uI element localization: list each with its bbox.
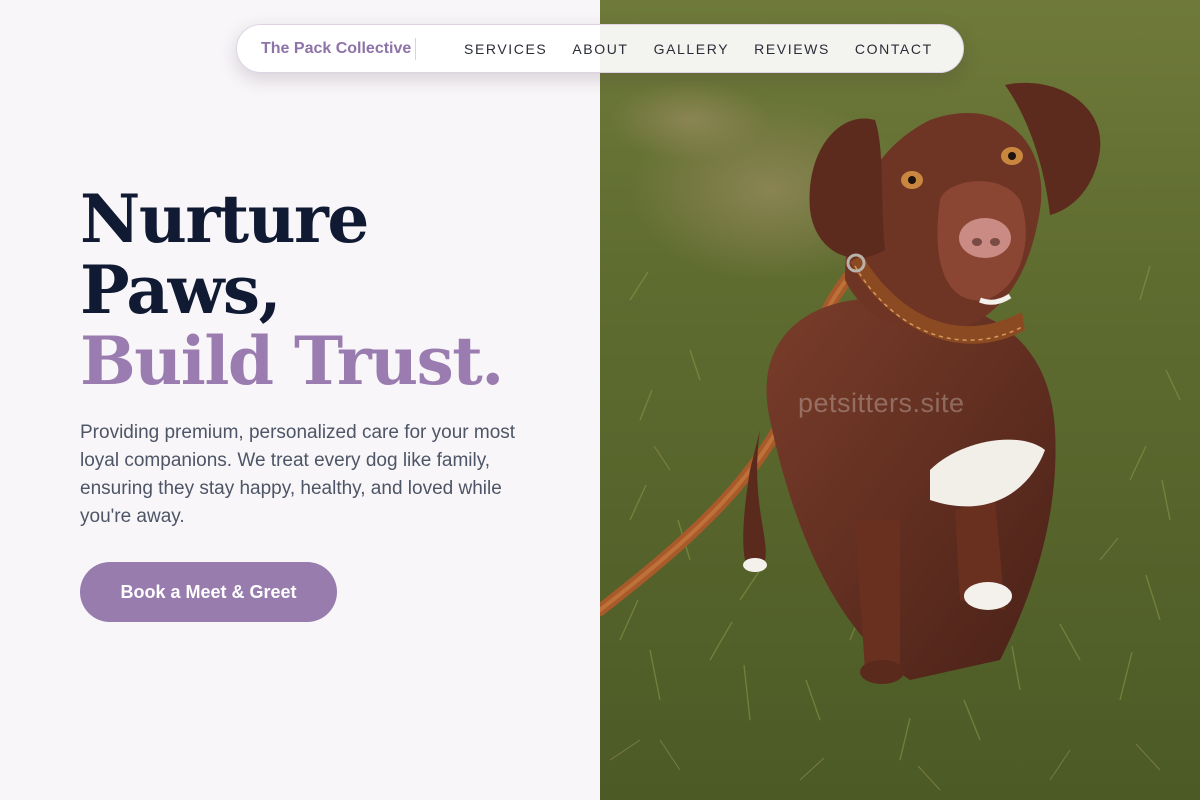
- brand-logo[interactable]: The Pack Collective: [237, 40, 415, 58]
- nav-link-gallery[interactable]: GALLERY: [654, 41, 730, 57]
- nav-link-reviews[interactable]: REVIEWS: [754, 41, 830, 57]
- nav-link-services[interactable]: SERVICES: [464, 41, 547, 57]
- headline-line-2: Paws,: [80, 251, 282, 329]
- headline-line-3-accent: Build Trust.: [80, 322, 504, 400]
- hero-text-panel: Nurture Paws, Build Trust. Providing pre…: [0, 0, 600, 800]
- book-meet-greet-button[interactable]: Book a Meet & Greet: [80, 562, 337, 622]
- nav-link-contact[interactable]: CONTACT: [855, 41, 933, 57]
- nav-divider: [415, 37, 416, 60]
- hero-headline: Nurture Paws, Build Trust.: [80, 180, 504, 400]
- nav-links: SERVICES ABOUT GALLERY REVIEWS CONTACT: [464, 41, 958, 57]
- headline-line-1: Nurture: [80, 180, 369, 258]
- top-navigation: The Pack Collective SERVICES ABOUT GALLE…: [236, 24, 964, 73]
- watermark-text: petsitters.site: [798, 388, 965, 418]
- hero-subtitle: Providing premium, personalized care for…: [80, 422, 516, 527]
- nav-link-about[interactable]: ABOUT: [572, 41, 628, 57]
- hero-image-panel: petsitters.site: [600, 0, 1200, 800]
